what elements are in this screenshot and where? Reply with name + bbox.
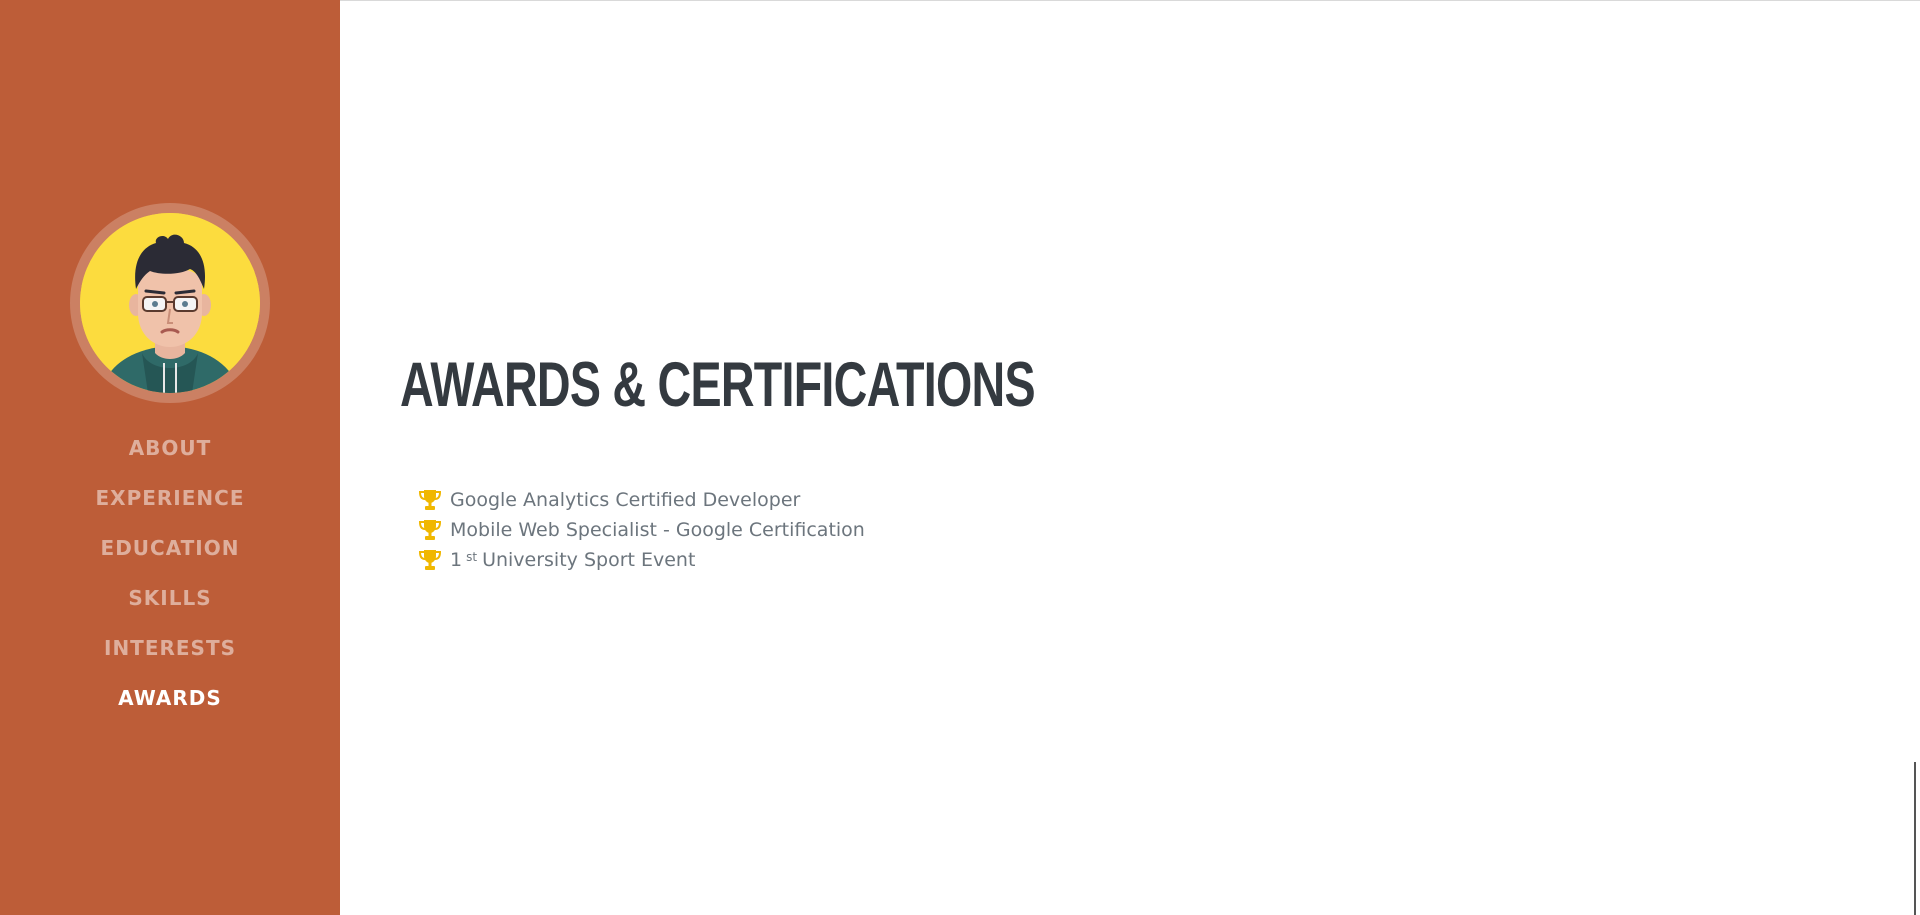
list-item: 1 st University Sport Event: [418, 545, 865, 575]
award-text-prefix: 1: [450, 549, 463, 571]
main-content: AWARDS & CERTIFICATIONS Google Analytics…: [340, 0, 1920, 915]
nav-item-interests[interactable]: INTERESTS: [0, 625, 340, 675]
award-text: Google Analytics Certified Developer: [450, 489, 801, 511]
scrollbar-thumb[interactable]: [1914, 762, 1916, 915]
section-title: AWARDS & CERTIFICATIONS: [400, 350, 1036, 420]
nav-item-skills[interactable]: SKILLS: [0, 575, 340, 625]
trophy-icon: [418, 490, 442, 510]
nav-item-education[interactable]: EDUCATION: [0, 525, 340, 575]
avatar-frame: [70, 203, 270, 403]
award-text-ordinal: st: [466, 550, 478, 564]
list-item: Google Analytics Certified Developer: [418, 485, 865, 515]
nav-item-about[interactable]: ABOUT: [0, 425, 340, 475]
award-text-suffix: University Sport Event: [482, 549, 696, 571]
avatar[interactable]: [80, 213, 260, 393]
sidebar: ABOUT EXPERIENCE EDUCATION SKILLS INTERE…: [0, 0, 340, 915]
nav-item-awards[interactable]: AWARDS: [0, 675, 340, 725]
award-text: Mobile Web Specialist - Google Certifica…: [450, 519, 865, 541]
avatar-illustration: [80, 213, 260, 393]
trophy-icon: [418, 520, 442, 540]
trophy-icon: [418, 550, 442, 570]
page: ABOUT EXPERIENCE EDUCATION SKILLS INTERE…: [0, 0, 1920, 915]
awards-list: Google Analytics Certified Developer Mob…: [418, 485, 865, 575]
nav-item-experience[interactable]: EXPERIENCE: [0, 475, 340, 525]
sidebar-nav: ABOUT EXPERIENCE EDUCATION SKILLS INTERE…: [0, 425, 340, 725]
list-item: Mobile Web Specialist - Google Certifica…: [418, 515, 865, 545]
